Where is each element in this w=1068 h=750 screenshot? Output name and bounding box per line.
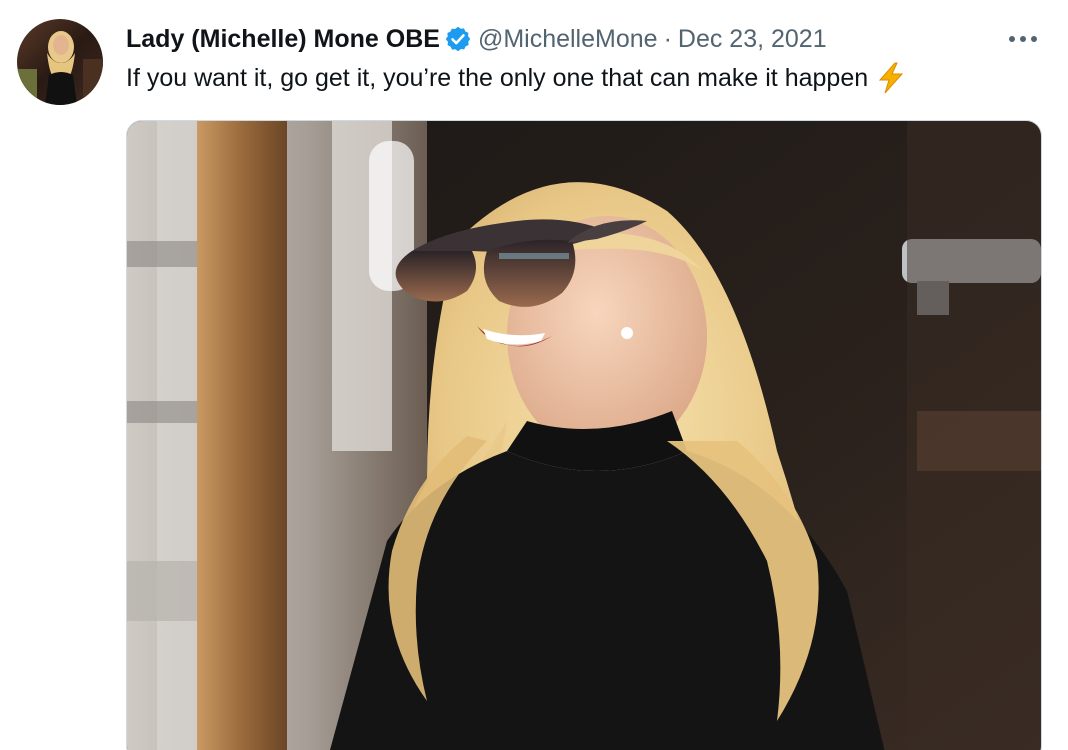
tweet-photo[interactable] (126, 120, 1042, 750)
avatar[interactable] (17, 19, 103, 105)
verified-badge-icon (444, 25, 472, 53)
tweet-text: If you want it, go get it, you’re the on… (126, 62, 906, 94)
separator-dot: · (663, 25, 672, 53)
tweet-date[interactable]: Dec 23, 2021 (678, 24, 827, 54)
user-handle[interactable]: @MichelleMone (478, 24, 658, 54)
tweet-header: Lady (Michelle) Mone OBE @MichelleMone ·… (126, 24, 827, 54)
high-voltage-icon (876, 62, 906, 94)
display-name[interactable]: Lady (Michelle) Mone OBE (126, 24, 440, 54)
more-horizontal-icon[interactable] (1003, 27, 1043, 51)
tweet: Lady (Michelle) Mone OBE @MichelleMone ·… (0, 0, 1068, 750)
tweet-body: If you want it, go get it, you’re the on… (126, 64, 869, 92)
